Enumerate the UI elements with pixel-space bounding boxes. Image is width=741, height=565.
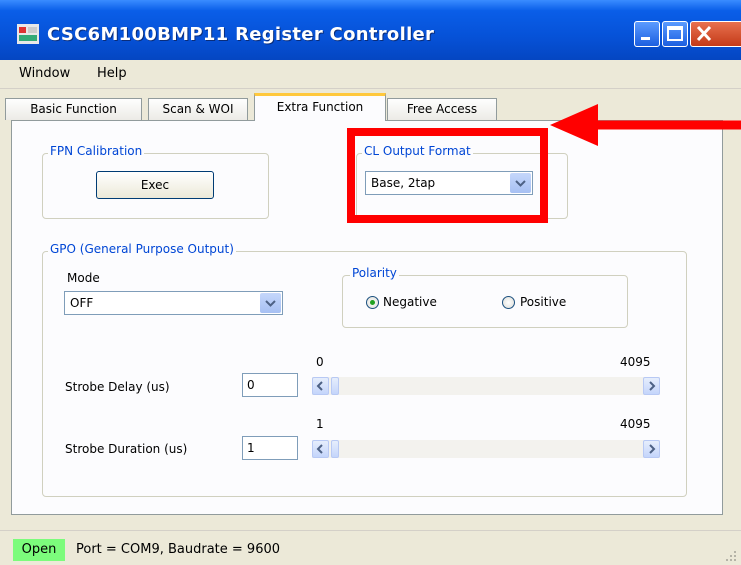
maximize-icon — [667, 26, 683, 41]
strobe-duration-scrollbar[interactable] — [312, 440, 660, 458]
polarity-label: Polarity — [350, 266, 399, 280]
gpo-label: GPO (General Purpose Output) — [48, 242, 236, 256]
strobe-delay-input[interactable]: 0 — [242, 373, 298, 397]
window-title: CSC6M100BMP11 Register Controller — [47, 24, 435, 45]
polarity-negative-radio[interactable] — [366, 296, 379, 309]
minimize-icon — [641, 37, 650, 40]
scroll-left-button[interactable] — [312, 440, 329, 458]
status-bar: Open Port = COM9, Baudrate = 9600 — [0, 530, 741, 565]
tab-free-access[interactable]: Free Access — [387, 98, 497, 120]
app-icon — [17, 24, 39, 44]
title-bar[interactable]: CSC6M100BMP11 Register Controller — [0, 0, 741, 60]
strobe-delay-scrollbar[interactable] — [312, 377, 660, 395]
strobe-delay-thumb[interactable] — [331, 377, 339, 395]
close-button[interactable] — [690, 21, 741, 47]
status-port-info: Port = COM9, Baudrate = 9600 — [76, 542, 281, 557]
app-window: CSC6M100BMP11 Register Controller Window… — [0, 0, 741, 565]
annotation-arrow-icon — [550, 104, 741, 146]
menu-bar: Window Help — [0, 60, 741, 89]
resize-grip-icon[interactable] — [725, 550, 737, 562]
chevron-right-icon — [649, 381, 656, 391]
strobe-delay-min: 0 — [316, 355, 324, 369]
scroll-right-button[interactable] — [643, 377, 660, 395]
polarity-negative-label[interactable]: Negative — [383, 295, 437, 309]
strobe-delay-max: 4095 — [620, 355, 651, 369]
fpn-calibration-label: FPN Calibration — [48, 144, 145, 158]
mode-label: Mode — [67, 271, 100, 285]
close-icon — [696, 25, 712, 42]
chevron-left-icon — [316, 381, 323, 391]
chevron-left-icon — [316, 444, 323, 454]
strobe-duration-min: 1 — [316, 417, 324, 431]
mode-value: OFF — [70, 296, 94, 310]
tab-extra-function[interactable]: Extra Function — [254, 93, 386, 121]
scroll-left-button[interactable] — [312, 377, 329, 395]
strobe-duration-input[interactable]: 1 — [242, 436, 298, 460]
menu-help[interactable]: Help — [97, 66, 127, 81]
strobe-delay-label: Strobe Delay (us) — [65, 380, 170, 394]
polarity-positive-label[interactable]: Positive — [520, 295, 566, 309]
status-open-indicator: Open — [13, 539, 65, 561]
tab-basic-function[interactable]: Basic Function — [5, 98, 142, 120]
scroll-right-button[interactable] — [643, 440, 660, 458]
strobe-duration-max: 4095 — [620, 417, 651, 431]
annotation-highlight-box — [347, 128, 548, 223]
exec-button[interactable]: Exec — [96, 171, 214, 199]
strobe-duration-thumb[interactable] — [331, 440, 339, 458]
mode-select[interactable]: OFF — [64, 291, 283, 315]
polarity-positive-radio[interactable] — [502, 296, 515, 309]
minimize-button[interactable] — [634, 21, 660, 47]
menu-window[interactable]: Window — [19, 66, 70, 81]
chevron-down-icon[interactable] — [260, 293, 281, 313]
strobe-duration-label: Strobe Duration (us) — [65, 442, 188, 456]
radio-selected-dot — [370, 300, 375, 305]
tab-scan-woi[interactable]: Scan & WOI — [148, 98, 248, 120]
chevron-right-icon — [649, 444, 656, 454]
maximize-button[interactable] — [662, 21, 688, 47]
